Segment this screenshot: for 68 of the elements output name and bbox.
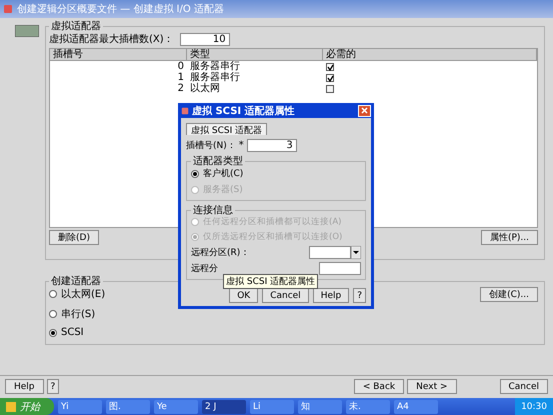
input-field[interactable]: 3	[246, 139, 297, 152]
input-field[interactable]: 10	[180, 32, 230, 46]
dialog-button[interactable]: Cancel	[262, 288, 309, 303]
next-button[interactable]: Next >	[407, 379, 456, 394]
group-title: 连接信息	[192, 205, 234, 216]
checkbox[interactable]	[326, 74, 334, 82]
close-button[interactable]	[358, 104, 371, 116]
taskbar-button[interactable]: 未.	[346, 400, 390, 414]
table-cell-text: 服务器串行	[189, 72, 241, 83]
close-icon	[361, 107, 368, 114]
group-title: 创建适配器	[50, 276, 102, 287]
dialog-button[interactable]: OK	[229, 288, 258, 303]
help-mark-button[interactable]: ?	[353, 288, 366, 303]
radio-label: 仅所选远程分区和插槽可以连接(O)	[203, 231, 342, 243]
start-button[interactable]: 开始	[0, 398, 54, 415]
dialog-button[interactable]: Help	[312, 288, 350, 303]
required-mark: *	[238, 140, 244, 151]
taskbar-button[interactable]: 图.	[106, 400, 150, 414]
dialog-title: 虚拟 SCSI 适配器属性	[192, 104, 295, 118]
taskbar-button[interactable]: Li	[250, 400, 294, 414]
create-button[interactable]: 创建(C)...	[480, 287, 538, 302]
input-field[interactable]	[319, 262, 361, 275]
table-cell-text: 服务器串行	[189, 61, 241, 72]
field-label: 远程分	[191, 262, 218, 275]
radio-label: 服务器(S)	[203, 184, 243, 196]
delete-button[interactable]: 删除(D)	[49, 230, 99, 245]
table-cell-text: 2	[176, 83, 185, 94]
radio-label: 串行(S)	[61, 308, 96, 321]
taskbar-button[interactable]: Ye	[154, 400, 198, 414]
window-title: 创建逻辑分区概要文件 — 创建虚拟 I/O 适配器	[17, 2, 224, 16]
table-cell-text: 0	[176, 61, 185, 72]
radio-button[interactable]	[191, 170, 199, 178]
clock: 10:30	[521, 402, 547, 412]
taskbar-button[interactable]: 2 J	[202, 400, 246, 414]
field-label: 虚拟适配器最大插槽数(X)：	[49, 32, 174, 46]
radio-button[interactable]	[49, 310, 57, 318]
table-cell-text: 以太网	[189, 83, 221, 94]
radio-label: 以太网(E)	[61, 288, 106, 301]
radio-label: 任何远程分区和插槽都可以连接(A)	[203, 216, 342, 228]
taskbar-button[interactable]: 知	[298, 400, 342, 414]
radio-button[interactable]	[49, 328, 57, 336]
field-label: 远程分区(R)：	[191, 246, 250, 259]
taskbar-button[interactable]: A4	[394, 400, 438, 414]
help-mark-button[interactable]: ?	[46, 379, 60, 394]
properties-button[interactable]: 属性(P)...	[480, 230, 538, 245]
table-cell-text: 1	[176, 72, 185, 83]
column-header: 类型	[187, 49, 323, 60]
taskbar-button[interactable]: Yi	[58, 400, 102, 414]
checkbox[interactable]	[326, 62, 334, 70]
field-label: 插槽号(N)：	[186, 140, 236, 152]
dropdown-arrow-icon	[351, 246, 361, 259]
dialog-icon	[181, 106, 189, 114]
group-title: 适配器类型	[192, 156, 244, 167]
group-title: 虚拟适配器	[50, 21, 102, 32]
column-header: 插槽号	[50, 49, 187, 60]
radio-label: SCSI	[61, 327, 84, 338]
help-button[interactable]: Help	[5, 379, 44, 394]
cancel-button[interactable]: Cancel	[500, 379, 548, 394]
radio-button[interactable]	[49, 290, 57, 298]
column-header: 必需的	[323, 49, 537, 60]
dropdown-field[interactable]	[309, 246, 351, 259]
adapter-card-icon	[15, 25, 39, 37]
radio-label: 客户机(C)	[203, 168, 244, 180]
tooltip: 虚拟 SCSI 适配器属性	[223, 274, 318, 289]
tab[interactable]: 虚拟 SCSI 适配器	[186, 123, 268, 135]
checkbox[interactable]	[326, 84, 334, 92]
app-icon	[3, 4, 13, 14]
back-button[interactable]: < Back	[354, 379, 404, 394]
